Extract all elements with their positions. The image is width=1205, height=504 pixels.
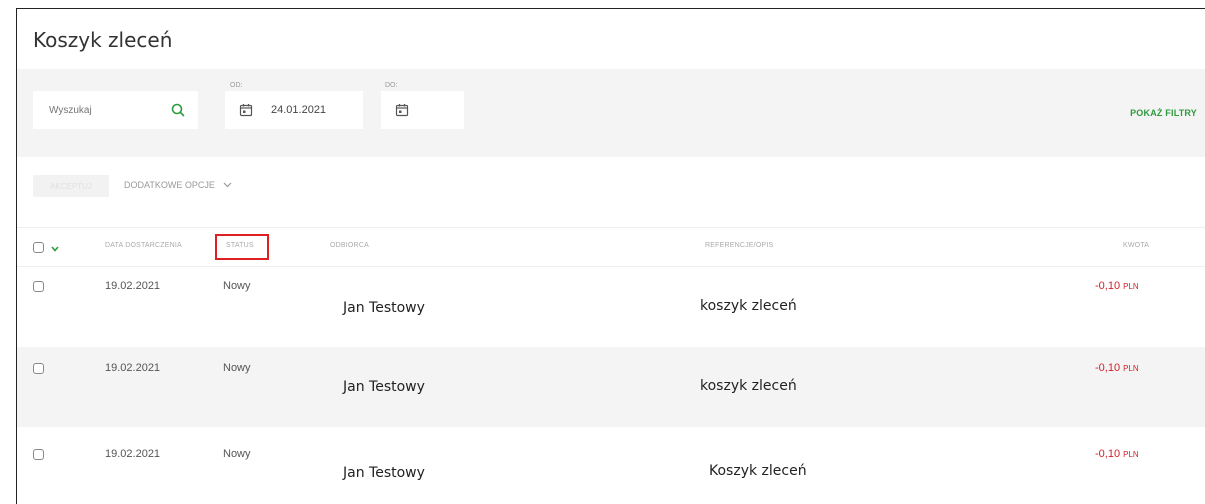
more-options-label: DODATKOWE OPCJE: [124, 180, 215, 190]
row-date: 19.02.2021: [105, 362, 161, 374]
row-recipient: Jan Testowy: [343, 300, 425, 316]
date-to-field[interactable]: [381, 91, 464, 129]
table-row[interactable]: 19.02.2021 Nowy Jan Testowy Koszyk zlece…: [17, 427, 1205, 504]
row-reference: Koszyk zleceń: [709, 463, 807, 479]
row-status: Nowy: [223, 362, 251, 374]
calendar-icon[interactable]: [395, 103, 409, 117]
row-amount: -0,10 PLN: [1095, 362, 1139, 374]
row-amount: -0,10 PLN: [1095, 280, 1139, 292]
header-reference[interactable]: REFERENCJE/OPIS: [705, 242, 773, 249]
amount-value: -0,10: [1095, 448, 1121, 460]
search-field[interactable]: [33, 91, 198, 129]
table-row[interactable]: 19.02.2021 Nowy Jan Testowy koszyk zlece…: [17, 267, 1205, 347]
amount-value: -0,10: [1095, 280, 1121, 292]
date-from-label: OD:: [230, 82, 243, 89]
row-checkbox[interactable]: [33, 281, 44, 292]
app-frame: Koszyk zleceń OD: 24.01.2021 DO:: [16, 8, 1205, 504]
header-recipient[interactable]: ODBIORCA: [330, 242, 369, 249]
header-delivery-date[interactable]: DATA DOSTARCZENIA: [105, 242, 182, 249]
row-recipient: Jan Testowy: [343, 379, 425, 395]
amount-value: -0,10: [1095, 362, 1121, 374]
show-filters-link[interactable]: POKAŻ FILTRY: [1130, 108, 1197, 118]
row-date: 19.02.2021: [105, 280, 161, 292]
row-reference: koszyk zleceń: [700, 378, 797, 394]
chevron-down-icon: [223, 182, 232, 188]
row-checkbox[interactable]: [33, 449, 44, 460]
chevron-down-icon[interactable]: [50, 244, 60, 254]
action-bar: AKCEPTUJ DODATKOWE OPCJE: [17, 157, 1205, 229]
table-header: DATA DOSTARCZENIA STATUS ODBIORCA REFERE…: [17, 227, 1205, 267]
select-all-checkbox[interactable]: [33, 242, 44, 253]
row-checkbox[interactable]: [33, 363, 44, 374]
more-options-dropdown[interactable]: DODATKOWE OPCJE: [124, 180, 232, 190]
header-amount[interactable]: KWOTA: [1123, 242, 1149, 249]
table-row[interactable]: 19.02.2021 Nowy Jan Testowy koszyk zlece…: [17, 347, 1205, 427]
date-from-field[interactable]: 24.01.2021: [225, 91, 363, 129]
row-amount: -0,10 PLN: [1095, 448, 1139, 460]
filter-bar: OD: 24.01.2021 DO: POKAŻ FILTRY: [17, 69, 1205, 157]
row-status: Nowy: [223, 280, 251, 292]
amount-currency: PLN: [1123, 282, 1139, 291]
row-date: 19.02.2021: [105, 448, 161, 460]
calendar-icon[interactable]: [239, 103, 253, 117]
date-from-value: 24.01.2021: [271, 104, 327, 116]
row-recipient: Jan Testowy: [343, 465, 425, 481]
amount-currency: PLN: [1123, 450, 1139, 459]
date-to-label: DO:: [385, 82, 398, 89]
row-status: Nowy: [223, 448, 251, 460]
header-status[interactable]: STATUS: [226, 242, 254, 249]
amount-currency: PLN: [1123, 364, 1139, 373]
accept-button[interactable]: AKCEPTUJ: [33, 175, 109, 197]
search-icon[interactable]: [170, 102, 186, 118]
page-title: Koszyk zleceń: [33, 28, 173, 52]
row-reference: koszyk zleceń: [700, 298, 797, 314]
search-input[interactable]: [33, 91, 173, 129]
